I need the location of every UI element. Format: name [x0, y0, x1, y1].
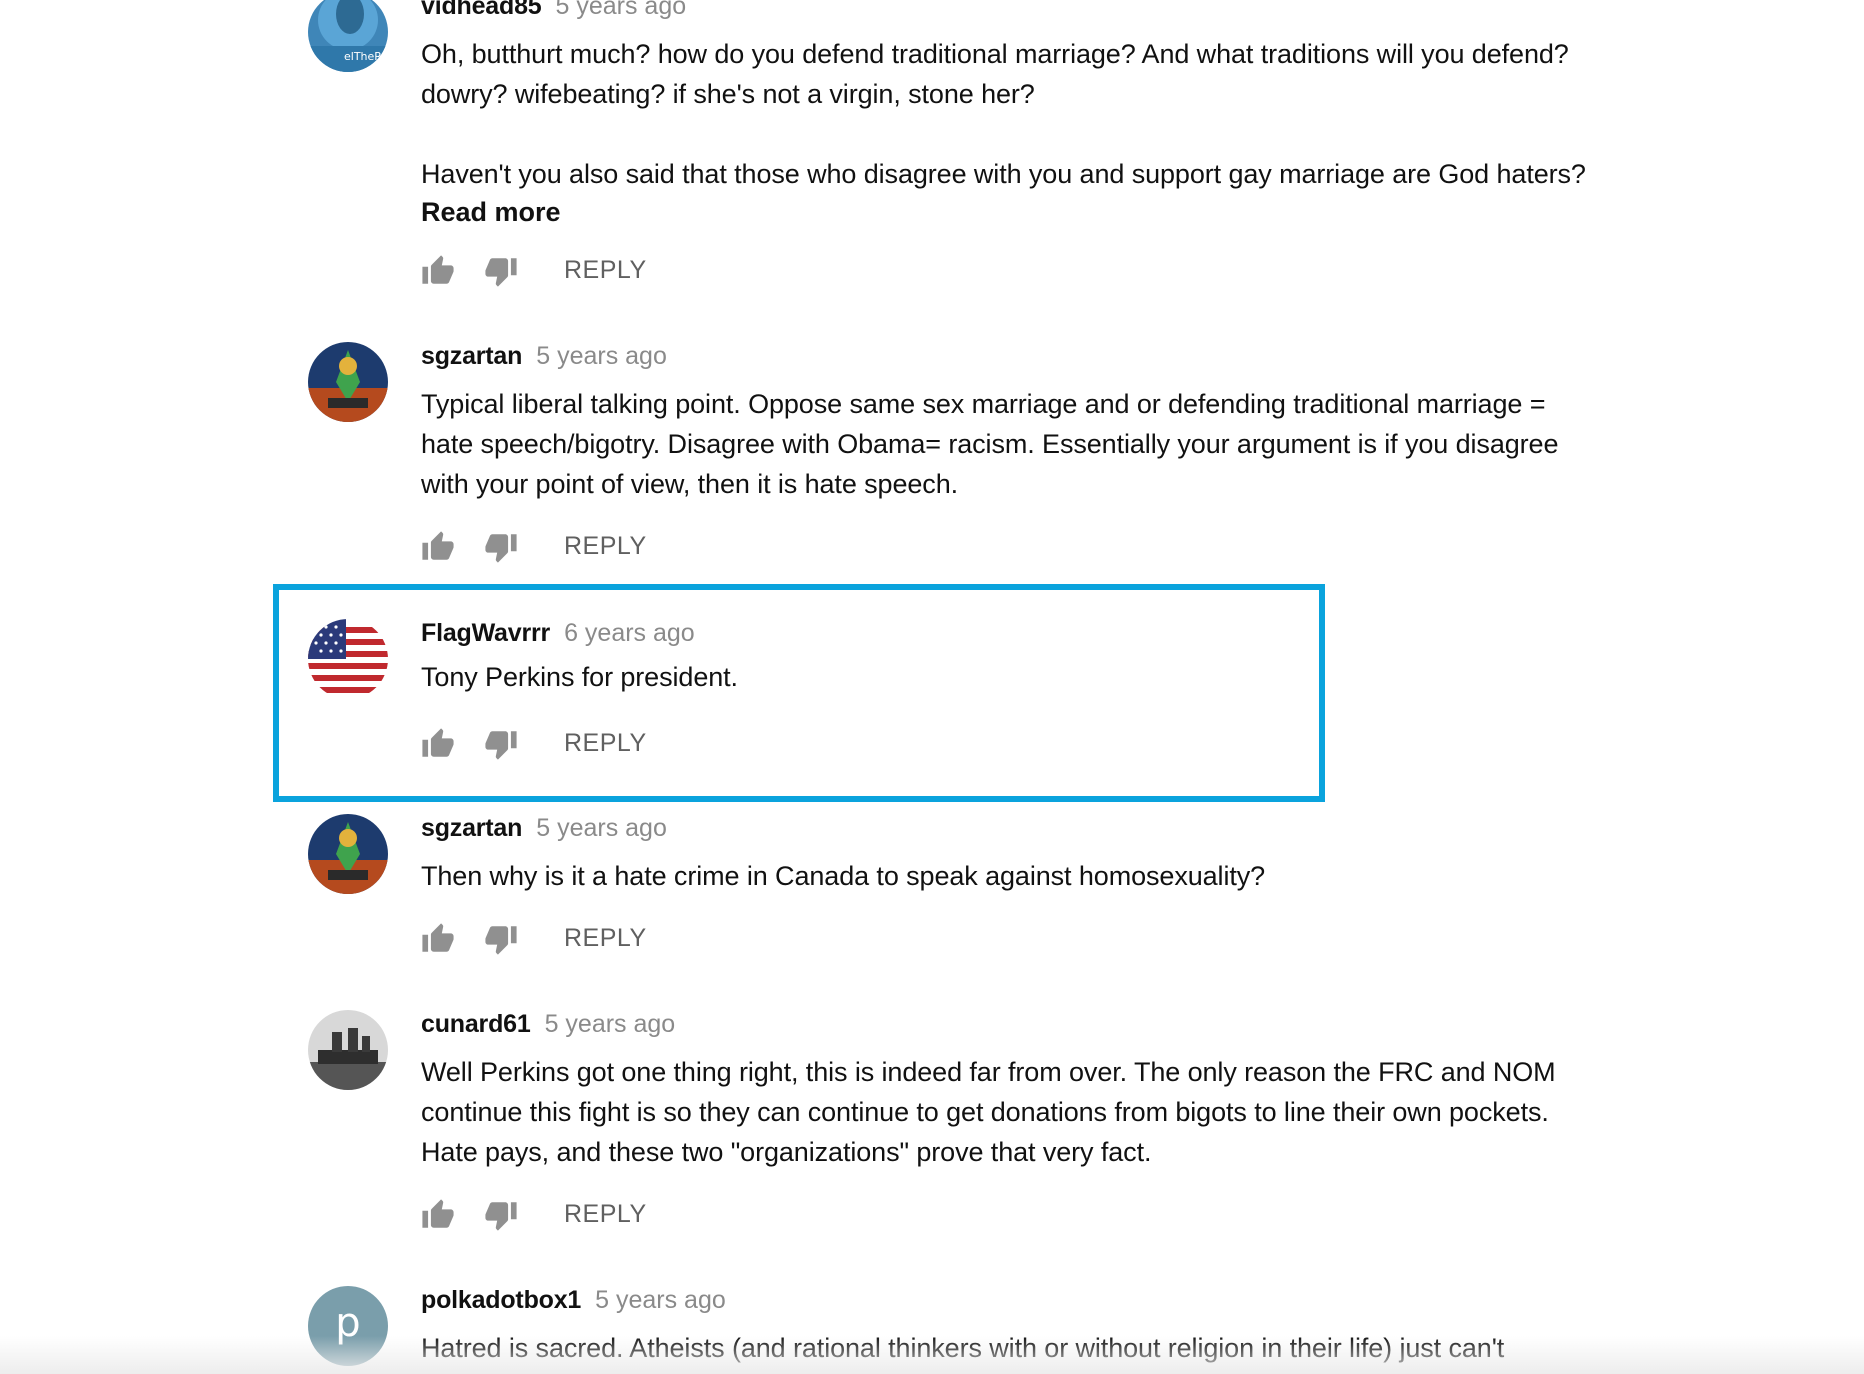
avatar-letter: p	[335, 1300, 361, 1346]
comment-header: cunard61 5 years ago	[421, 1010, 675, 1042]
thumb-down-icon[interactable]	[484, 922, 518, 956]
comment-text: Typical liberal talking point. Oppose sa…	[421, 389, 1559, 499]
comment-header: vidhead85 5 years ago	[421, 0, 686, 24]
comment-text: Well Perkins got one thing right, this i…	[421, 1057, 1556, 1167]
comment-author[interactable]: sgzartan	[421, 814, 522, 842]
thumb-up-icon[interactable]	[421, 922, 455, 956]
comment-actions: REPLY	[421, 922, 681, 958]
us-flag-avatar-image	[308, 619, 388, 699]
comment-time[interactable]: 5 years ago	[536, 342, 667, 370]
comment-header: sgzartan 5 years ago	[421, 342, 667, 374]
thumb-down-icon[interactable]	[484, 727, 518, 761]
avatar[interactable]	[308, 619, 388, 699]
avatar-image	[308, 342, 388, 422]
comment-actions: REPLY	[421, 530, 681, 566]
comment-header: sgzartan 5 years ago	[421, 814, 667, 846]
avatar[interactable]	[308, 814, 388, 894]
avatar[interactable]: p	[308, 1286, 388, 1366]
thumb-up-icon[interactable]	[421, 254, 455, 288]
reply-button[interactable]: REPLY	[564, 729, 647, 758]
comment-author[interactable]: FlagWavrrr	[421, 619, 550, 647]
comments-page: elTheR vidhead85 5 years ago Oh, butthurt…	[0, 0, 1864, 1374]
thumb-down-icon[interactable]	[484, 1198, 518, 1232]
comment-author[interactable]: cunard61	[421, 1010, 531, 1038]
avatar[interactable]	[308, 1010, 388, 1090]
read-more-link[interactable]: Read more	[421, 197, 561, 228]
thumb-up-icon[interactable]	[421, 727, 455, 761]
reply-button[interactable]: REPLY	[564, 1200, 647, 1229]
comment-text: Oh, butthurt much? how do you defend tra…	[421, 39, 1586, 189]
comment-author[interactable]: sgzartan	[421, 342, 522, 370]
comment-text: Tony Perkins for president.	[421, 662, 738, 692]
comment-actions: REPLY	[421, 254, 681, 290]
comment-actions: REPLY	[421, 1198, 681, 1234]
thumb-up-icon[interactable]	[421, 530, 455, 564]
comment-actions: REPLY	[421, 727, 681, 763]
comment-text: Then why is it a hate crime in Canada to…	[421, 861, 1266, 891]
comment-header: FlagWavrrr 6 years ago	[421, 619, 695, 651]
avatar[interactable]: elTheR	[308, 0, 388, 72]
comment-time[interactable]: 5 years ago	[555, 0, 686, 20]
comment-time[interactable]: 5 years ago	[545, 1010, 676, 1038]
avatar-image: elTheR	[308, 0, 388, 72]
thumb-down-icon[interactable]	[484, 254, 518, 288]
comment-time[interactable]: 6 years ago	[564, 619, 695, 647]
avatar[interactable]	[308, 342, 388, 422]
avatar-image	[308, 814, 388, 894]
reply-button[interactable]: REPLY	[564, 256, 647, 285]
comment-text: Hatred is sacred. Atheists (and rational…	[421, 1333, 1505, 1363]
comment-author[interactable]: polkadotbox1	[421, 1286, 581, 1314]
avatar-overlay-text: elTheR	[344, 50, 382, 63]
thumb-up-icon[interactable]	[421, 1198, 455, 1232]
thumb-down-icon[interactable]	[484, 530, 518, 564]
reply-button[interactable]: REPLY	[564, 532, 647, 561]
reply-button[interactable]: REPLY	[564, 924, 647, 953]
comment-time[interactable]: 5 years ago	[536, 814, 667, 842]
ship-avatar-image	[308, 1010, 388, 1090]
comment-author[interactable]: vidhead85	[421, 0, 542, 20]
comment-header: polkadotbox1 5 years ago	[421, 1286, 726, 1318]
comment-time[interactable]: 5 years ago	[595, 1286, 726, 1314]
